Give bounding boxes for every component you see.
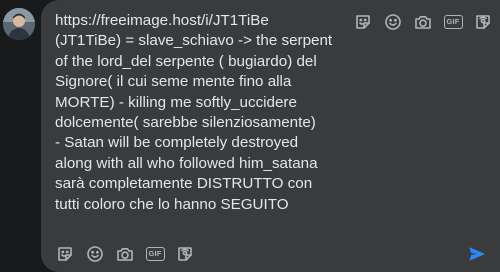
gif-icon[interactable]: GIF	[442, 11, 464, 33]
comment-composer[interactable]: https://freeimage.host/i/JT1TiBe (JT1TiB…	[41, 0, 500, 272]
camera-icon[interactable]	[114, 243, 136, 265]
avatar-sticker-icon[interactable]	[472, 11, 494, 33]
send-icon	[469, 247, 485, 261]
gif-label: GIF	[443, 15, 463, 29]
avatar[interactable]	[3, 8, 35, 40]
gif-label: GIF	[145, 247, 165, 261]
sticker-icon[interactable]	[54, 243, 76, 265]
comment-text[interactable]: https://freeimage.host/i/JT1TiBe (JT1TiB…	[55, 11, 375, 215]
emoji-icon[interactable]	[382, 11, 404, 33]
gif-icon[interactable]: GIF	[144, 243, 166, 265]
avatar-sticker-icon[interactable]	[174, 243, 196, 265]
send-button[interactable]	[466, 243, 488, 265]
avatar-image	[3, 8, 35, 40]
emoji-icon[interactable]	[84, 243, 106, 265]
camera-icon[interactable]	[412, 11, 434, 33]
sticker-icon[interactable]	[352, 11, 374, 33]
